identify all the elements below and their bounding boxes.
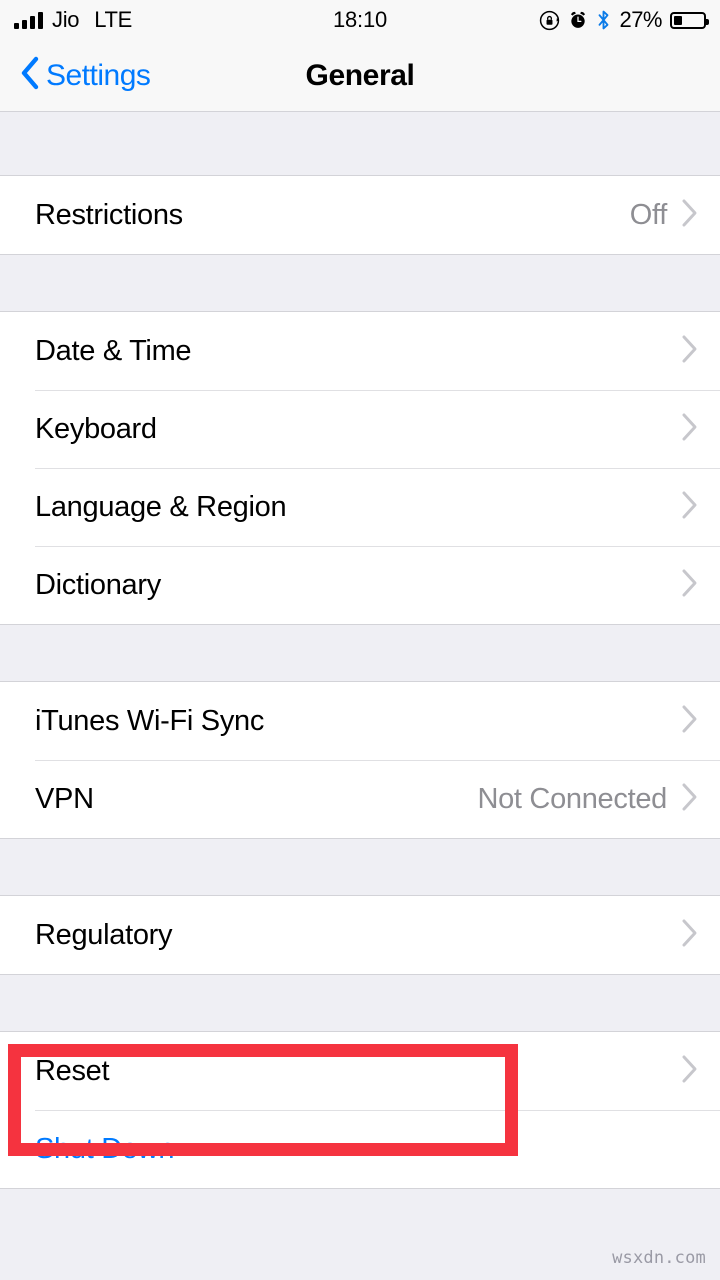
watermark: wsxdn.com: [612, 1248, 706, 1268]
settings-row-restrictions[interactable]: Restrictions Off: [0, 176, 720, 254]
navigation-bar: Settings General: [0, 40, 720, 112]
network-type-label: LTE: [94, 7, 133, 32]
page-title: General: [305, 58, 415, 92]
chevron-right-icon: [681, 412, 698, 447]
status-bar-left: Jio LTE: [14, 7, 132, 33]
status-bar-right: 27%: [539, 7, 709, 33]
alarm-clock-icon: [568, 10, 588, 30]
section-gap: [0, 625, 720, 681]
bluetooth-icon: [596, 9, 611, 31]
row-label: Dictionary: [35, 568, 161, 601]
back-button[interactable]: Settings: [0, 56, 151, 95]
battery-percent-label: 27%: [619, 7, 662, 32]
row-value: Not Connected: [477, 782, 667, 815]
chevron-right-icon: [681, 334, 698, 369]
row-label: Restrictions: [35, 198, 183, 231]
chevron-right-icon: [681, 782, 698, 817]
settings-group-1: Restrictions Off: [0, 175, 720, 255]
row-label: Date & Time: [35, 334, 192, 367]
settings-group-2: Date & Time Keyboard Language & Region D…: [0, 311, 720, 625]
row-label: Regulatory: [35, 918, 173, 951]
settings-row-itunes-wifi-sync[interactable]: iTunes Wi-Fi Sync: [0, 682, 720, 760]
row-label: iTunes Wi-Fi Sync: [35, 704, 265, 737]
chevron-right-icon: [681, 198, 698, 233]
settings-row-shut-down[interactable]: Shut Down: [0, 1110, 720, 1188]
chevron-left-icon: [20, 56, 40, 95]
battery-icon: [670, 11, 709, 29]
settings-row-date-time[interactable]: Date & Time: [0, 312, 720, 390]
chevron-right-icon: [681, 490, 698, 525]
chevron-right-icon: [681, 1054, 698, 1089]
row-label: Shut Down: [35, 1132, 175, 1165]
settings-row-vpn[interactable]: VPN Not Connected: [0, 760, 720, 838]
settings-row-dictionary[interactable]: Dictionary: [0, 546, 720, 624]
section-gap: [0, 839, 720, 895]
chevron-right-icon: [681, 918, 698, 953]
row-label: VPN: [35, 782, 94, 815]
back-button-label: Settings: [46, 58, 151, 92]
settings-row-reset[interactable]: Reset: [0, 1032, 720, 1110]
row-label: Language & Region: [35, 490, 287, 523]
chevron-right-icon: [681, 704, 698, 739]
settings-group-3: iTunes Wi-Fi Sync VPN Not Connected: [0, 681, 720, 839]
rotation-lock-icon: [539, 10, 560, 31]
status-bar: Jio LTE 18:10 27%: [0, 0, 720, 40]
section-gap: [0, 112, 720, 175]
clock-label: 18:10: [332, 7, 388, 32]
section-gap: [0, 975, 720, 1031]
chevron-right-icon: [681, 568, 698, 603]
row-value: Off: [629, 198, 668, 231]
settings-row-language-region[interactable]: Language & Region: [0, 468, 720, 546]
settings-group-4: Regulatory: [0, 895, 720, 975]
row-label: Keyboard: [35, 412, 157, 445]
settings-row-keyboard[interactable]: Keyboard: [0, 390, 720, 468]
row-label: Reset: [35, 1054, 110, 1087]
carrier-label: Jio: [52, 7, 80, 32]
settings-list: Restrictions Off Date & Time Keyboard La…: [0, 112, 720, 1189]
settings-row-regulatory[interactable]: Regulatory: [0, 896, 720, 974]
signal-bars-icon: [14, 11, 43, 29]
settings-group-5: Reset Shut Down: [0, 1031, 720, 1189]
section-gap: [0, 255, 720, 311]
